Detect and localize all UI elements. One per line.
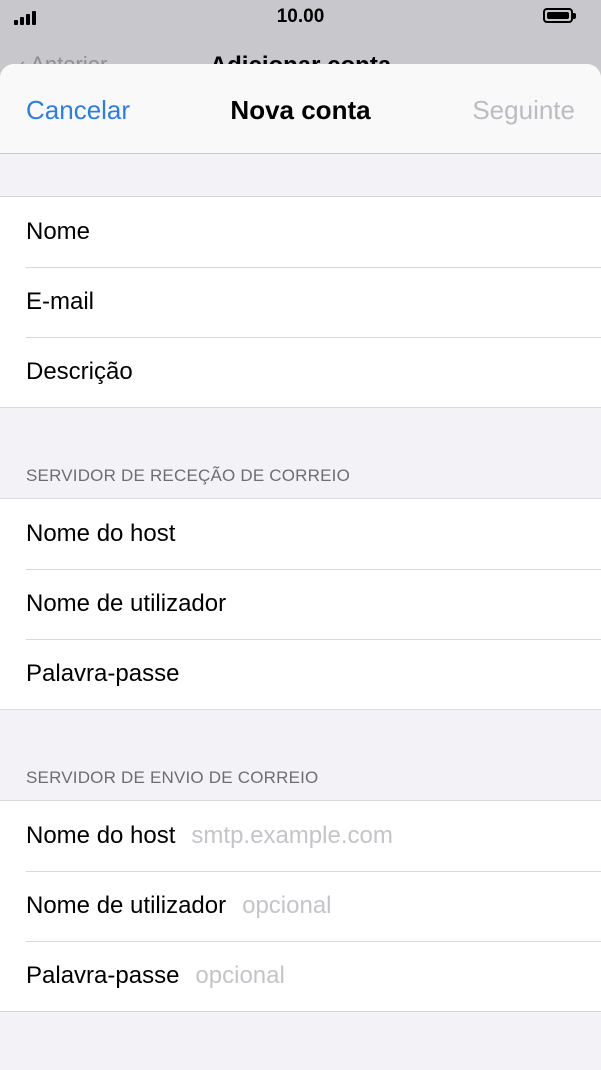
status-bar: 10.00 <box>0 0 601 34</box>
outgoing-username-label: Nome de utilizador <box>26 892 227 919</box>
incoming-server-group <box>0 498 601 710</box>
outgoing-host-field[interactable] <box>191 822 601 850</box>
description-field[interactable] <box>26 358 601 386</box>
incoming-section-header: SERVIDOR DE RECEÇÃO DE CORREIO <box>0 408 601 498</box>
incoming-password-field[interactable] <box>26 660 601 688</box>
email-field[interactable] <box>26 288 601 316</box>
outgoing-password-field[interactable] <box>195 962 601 990</box>
list-item: Nome do host <box>0 801 601 871</box>
outgoing-server-group: Nome do host Nome de utilizador Palavra-… <box>0 800 601 1012</box>
list-item <box>0 499 601 569</box>
outgoing-host-label: Nome do host <box>26 822 176 849</box>
list-item <box>0 639 601 709</box>
outgoing-password-label: Palavra-passe <box>26 962 180 989</box>
outgoing-username-field[interactable] <box>242 892 601 920</box>
account-info-group <box>0 196 601 408</box>
nav-bar: Cancelar Nova conta Seguinte <box>0 64 601 154</box>
name-field[interactable] <box>26 218 601 246</box>
cancel-button[interactable]: Cancelar <box>26 95 130 126</box>
outgoing-section-title: SERVIDOR DE ENVIO DE CORREIO <box>26 768 319 787</box>
list-item: Palavra-passe <box>0 941 601 1011</box>
battery-icon <box>543 8 576 23</box>
status-time: 10.00 <box>276 6 325 27</box>
incoming-username-field[interactable] <box>26 590 601 618</box>
list-item <box>0 337 601 407</box>
list-item <box>0 197 601 267</box>
list-item <box>0 569 601 639</box>
next-button[interactable]: Seguinte <box>472 95 575 126</box>
list-item <box>0 267 601 337</box>
incoming-host-field[interactable] <box>26 520 601 548</box>
incoming-section-title: SERVIDOR DE RECEÇÃO DE CORREIO <box>26 466 351 485</box>
list-item: Nome de utilizador <box>0 871 601 941</box>
new-account-sheet: Cancelar Nova conta Seguinte SERVIDOR DE… <box>0 64 601 1070</box>
outgoing-section-header: SERVIDOR DE ENVIO DE CORREIO <box>0 710 601 800</box>
